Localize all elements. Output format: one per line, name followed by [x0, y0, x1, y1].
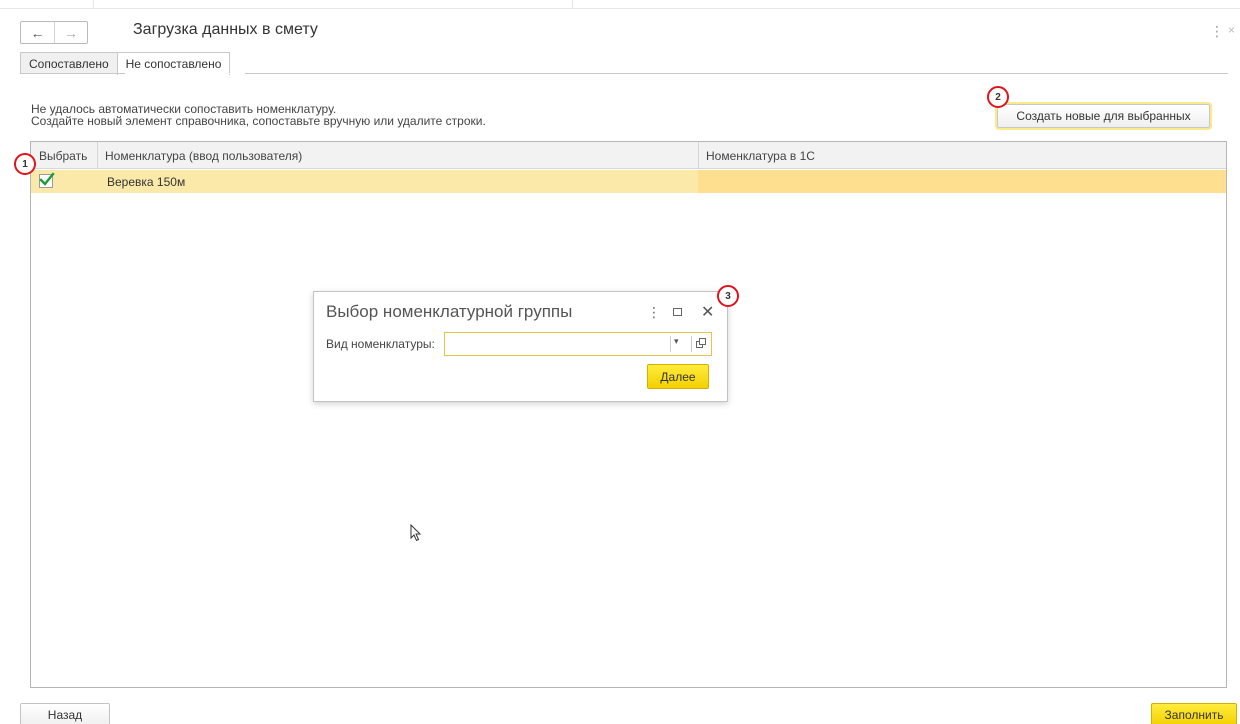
chevron-down-icon[interactable]: ▾: [674, 336, 679, 347]
close-icon[interactable]: ×: [1228, 23, 1235, 37]
info-message: Не удалось автоматически сопоставить ном…: [31, 103, 486, 127]
mouse-cursor-icon: [410, 524, 422, 542]
field-label: Вид номенклатуры:: [326, 337, 435, 351]
page-title: Загрузка данных в смету: [133, 21, 318, 38]
next-button[interactable]: Далее: [647, 364, 709, 389]
item-type-field[interactable]: ▾: [444, 332, 712, 356]
tab-bar: Сопоставлено Не сопоставлено: [20, 52, 231, 75]
row-user-input: Веревка 150м: [107, 175, 186, 189]
table-row[interactable]: Веревка 150м: [31, 170, 1226, 193]
back-arrow-icon[interactable]: ←: [21, 22, 54, 43]
dialog-more-icon[interactable]: ⋮: [647, 304, 661, 321]
forward-arrow-icon[interactable]: →: [53, 22, 87, 43]
fill-button[interactable]: Заполнить: [1151, 703, 1237, 724]
top-border: [0, 0, 1240, 9]
column-header-select[interactable]: Выбрать: [31, 142, 97, 169]
annotation-marker: 1: [14, 153, 36, 175]
back-button[interactable]: Назад: [20, 703, 110, 724]
items-table: Выбрать Номенклатура (ввод пользователя)…: [30, 141, 1227, 688]
column-header-user-input[interactable]: Номенклатура (ввод пользователя): [97, 142, 698, 169]
dialog-title: Выбор номенклатурной группы: [326, 302, 573, 321]
tab-matched[interactable]: Сопоставлено: [20, 52, 118, 74]
maximize-icon[interactable]: [673, 308, 682, 316]
info-line: Создайте новый элемент справочника, сопо…: [31, 114, 486, 128]
select-checkbox[interactable]: [39, 172, 55, 188]
annotation-marker: 3: [717, 285, 739, 307]
column-header-item-1c[interactable]: Номенклатура в 1С: [698, 142, 1226, 169]
annotation-marker: 2: [987, 86, 1009, 108]
open-icon[interactable]: [696, 338, 706, 348]
checkmark-icon: [39, 172, 55, 186]
row-item-1c[interactable]: [698, 170, 1226, 193]
tab-not-matched[interactable]: Не сопоставлено: [116, 52, 231, 75]
navigation-buttons: ← →: [20, 21, 88, 44]
create-new-button[interactable]: Создать новые для выбранных: [997, 104, 1210, 128]
table-header: Выбрать Номенклатура (ввод пользователя)…: [31, 142, 1226, 169]
more-icon[interactable]: ⋮: [1210, 23, 1224, 40]
group-selection-dialog: Выбор номенклатурной группы ⋮ ✕ Вид номе…: [313, 291, 728, 402]
top-tick: [93, 0, 94, 9]
dialog-close-icon[interactable]: ✕: [701, 302, 714, 322]
top-tick: [572, 0, 573, 9]
